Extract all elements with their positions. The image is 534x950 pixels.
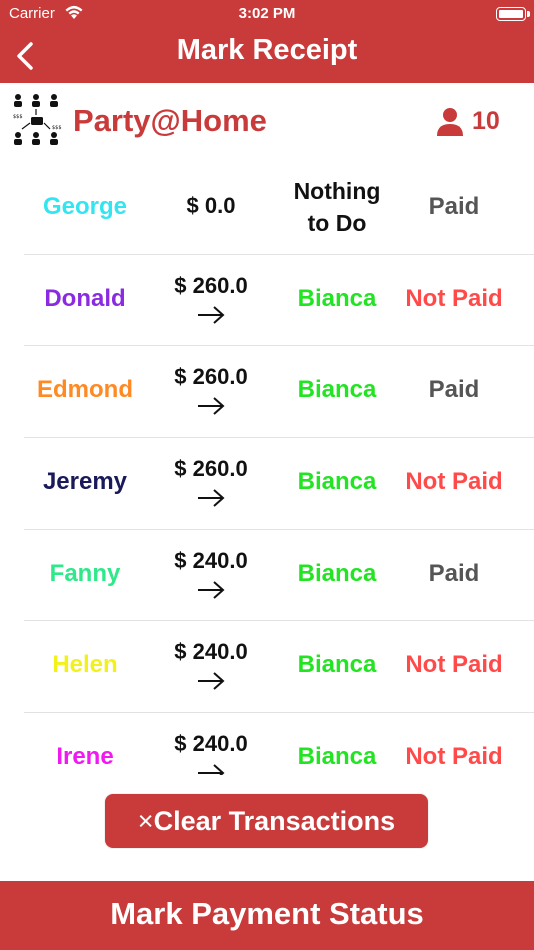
payee-name: Bianca xyxy=(297,651,377,679)
payee-name: Bianca xyxy=(297,743,377,771)
payer-name: Fanny xyxy=(49,559,121,587)
svg-text:$$$: $$$ xyxy=(52,125,62,131)
transaction-row: Edmond $ 260.0 Bianca Paid xyxy=(24,346,534,439)
amount: $ 240.0 xyxy=(174,547,248,573)
amount: $ 240.0 xyxy=(174,731,248,757)
payer-name: George xyxy=(42,193,128,220)
battery-tip xyxy=(527,11,530,17)
payer-name: Donald xyxy=(44,284,126,312)
clear-transactions-label: Clear Transactions xyxy=(153,806,396,836)
no-action-line-1: Nothing xyxy=(293,178,381,204)
payment-status[interactable]: Not Paid xyxy=(398,285,510,313)
payment-status[interactable]: Paid xyxy=(398,193,510,221)
group-name: Party@Home xyxy=(73,103,267,138)
clear-transactions-button[interactable]: ×Clear Transactions xyxy=(105,794,428,848)
mark-payment-status-button[interactable]: Mark Payment Status xyxy=(0,881,534,950)
navigation-bar: Mark Receipt xyxy=(0,30,534,83)
amount: $ 240.0 xyxy=(174,639,248,665)
payee-name: Bianca xyxy=(297,284,377,312)
arrow-right-icon xyxy=(198,305,225,324)
svg-text:$$$: $$$ xyxy=(13,114,23,120)
transaction-row: Donald $ 260.0 Bianca Not Paid xyxy=(24,255,534,347)
payer-name: Helen xyxy=(52,651,118,679)
arrow-right-icon xyxy=(198,581,225,599)
member-count: 10 xyxy=(472,107,500,135)
payment-status[interactable]: Not Paid xyxy=(398,743,510,771)
no-action-label: Nothing to Do xyxy=(282,175,392,239)
transaction-row: Irene $ 240.0 Bianca Not Paid xyxy=(24,713,534,775)
transaction-list[interactable]: George $ 0.0 Nothing to Do Paid Donald $… xyxy=(0,163,534,775)
arrow-right-icon xyxy=(198,489,225,507)
no-action-line-2: to Do xyxy=(307,210,367,236)
status-bar: Carrier 3:02 PM xyxy=(0,0,534,30)
page-title: Mark Receipt xyxy=(176,34,358,66)
close-icon: × xyxy=(137,806,154,836)
payer-name: Edmond xyxy=(37,376,133,404)
amount: $ 260.0 xyxy=(174,364,248,390)
mark-payment-status-label: Mark Payment Status xyxy=(110,896,424,931)
amount: $ 0.0 xyxy=(186,193,236,218)
payee-name: Bianca xyxy=(297,376,377,404)
arrow-right-icon xyxy=(198,764,225,775)
group-header: $$$ $$$ Party@Home 10 xyxy=(0,83,534,163)
payment-status[interactable]: Paid xyxy=(398,560,510,588)
amount: $ 260.0 xyxy=(174,272,248,298)
amount: $ 260.0 xyxy=(174,456,248,482)
payee-name: Bianca xyxy=(297,559,377,587)
payer-name: Jeremy xyxy=(42,468,128,496)
arrow-right-icon xyxy=(198,397,225,416)
battery-icon xyxy=(496,7,526,21)
transaction-row: Helen $ 240.0 Bianca Not Paid xyxy=(24,621,534,714)
transaction-row: Fanny $ 240.0 Bianca Paid xyxy=(24,530,534,622)
payment-status[interactable]: Not Paid xyxy=(398,468,510,496)
person-icon xyxy=(437,108,463,136)
group-people-icon: $$$ $$$ xyxy=(13,94,62,145)
clock: 3:02 PM xyxy=(238,5,296,22)
payee-name: Bianca xyxy=(297,468,377,496)
payment-status[interactable]: Paid xyxy=(398,376,510,404)
transaction-row: Jeremy $ 260.0 Bianca Not Paid xyxy=(24,438,534,530)
payment-status[interactable]: Not Paid xyxy=(398,651,510,679)
transaction-row: George $ 0.0 Nothing to Do Paid xyxy=(24,163,534,255)
payer-name: Irene xyxy=(56,743,114,771)
arrow-right-icon xyxy=(198,672,225,691)
